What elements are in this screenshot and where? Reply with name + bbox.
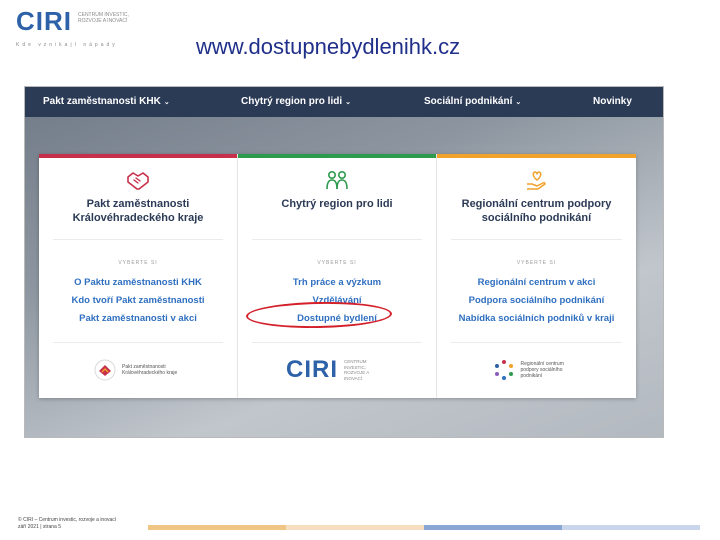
link-kdo-tvori-pakt[interactable]: Kdo tvoří Pakt zaměstnanosti (39, 292, 237, 310)
footer-color-bar (286, 525, 424, 530)
link-pakt-v-akci[interactable]: Pakt zaměstnanosti v akci (39, 310, 237, 328)
footer-color-bar (562, 525, 700, 530)
card-kicker: VYBERTE SI (118, 260, 158, 266)
card-pakt-zamestnanosti: Pakt zaměstnanosti Královéhradeckého kra… (39, 154, 238, 398)
top-navigation: Pakt zaměstnanosti KHK ⌄ Chytrý region pr… (25, 87, 663, 117)
card-links: Trh práce a výzkum Vzdělávání Dostupné b… (238, 274, 436, 328)
partner-text: Centrum investic, rozvoje a inovací (344, 359, 370, 381)
partner-logo-pakt: Pakt zaměstnanosti Královéhradeckého kra… (39, 353, 237, 387)
nav-item-pakt[interactable]: Pakt zaměstnanosti KHK ⌄ (43, 96, 170, 107)
divider (252, 342, 422, 343)
handshake-icon (125, 169, 151, 193)
nav-item-socialni-podnikani[interactable]: Sociální podnikání ⌄ (424, 96, 521, 107)
footer-line-2: září 2021 | strana 5 (18, 524, 61, 530)
chevron-down-icon: ⌄ (345, 99, 351, 106)
chevron-down-icon: ⌄ (515, 99, 522, 106)
card-title: Regionální centrum podpory sociálního po… (461, 198, 612, 224)
footer-color-bar (424, 525, 562, 530)
card-links: O Paktu zaměstnanosti KHK Kdo tvoří Pakt… (39, 274, 237, 328)
link-podpora-socialniho-podnikani[interactable]: Podpora sociálního podnikání (437, 292, 636, 310)
divider (53, 239, 223, 240)
nav-item-label: Pakt zaměstnanosti KHK (43, 96, 161, 107)
card-links: Regionální centrum v akci Podpora sociál… (437, 274, 636, 328)
card-accent-bar (39, 154, 237, 158)
divider (252, 239, 422, 240)
ciri-logo-text: CIRI (16, 6, 72, 36)
card-chytry-region: Chytrý region pro lidi VYBERTE SI Trh pr… (238, 154, 437, 398)
slide-footer: © CIRI – Centrum investic, rozvoje a ino… (18, 517, 116, 531)
partner-logo-rcp: Regionální centrum podpory sociálního po… (437, 353, 636, 387)
partner-logo-ciri: CIRI Centrum investic, rozvoje a inovací (238, 353, 436, 387)
people-icon (324, 169, 350, 193)
link-nabidka-socialnich-podniku[interactable]: Nabídka sociálních podniků v kraji (437, 310, 636, 328)
link-o-paktu[interactable]: O Paktu zaměstnanosti KHK (39, 274, 237, 292)
slide: CIRI Centrum investic, rozvoje a inovací… (0, 0, 720, 540)
card-kicker: VYBERTE SI (516, 260, 557, 266)
link-trh-prace[interactable]: Trh práce a výzkum (238, 274, 436, 292)
divider (451, 239, 622, 240)
website-screenshot: Pakt zaměstnanosti KHK ⌄ Chytrý region pr… (24, 86, 664, 438)
ciri-logo: CIRI Centrum investic, rozvoje a inovací… (16, 6, 129, 48)
heart-hand-icon (524, 169, 550, 193)
divider (53, 342, 223, 343)
ciri-logo-subline: Kde vznikají nápady (16, 42, 118, 48)
ciri-logo-tagline: Centrum investic, rozvoje a inovací (78, 12, 129, 24)
partner-text: Pakt zaměstnanosti Královéhradeckého kra… (122, 364, 178, 376)
link-regionalni-centrum-v-akci[interactable]: Regionální centrum v akci (437, 274, 636, 292)
nav-item-label: Sociální podnikání (424, 96, 513, 107)
pakt-logo-icon (94, 359, 116, 381)
card-title: Pakt zaměstnanosti Královéhradeckého kra… (72, 198, 204, 224)
program-cards: Pakt zaměstnanosti Královéhradeckého kra… (39, 154, 636, 398)
chevron-down-icon: ⌄ (163, 99, 170, 106)
divider (451, 342, 622, 343)
card-accent-bar (238, 154, 436, 158)
ciri-partner-logo-text: CIRI (286, 356, 338, 383)
nav-item-label: Chytrý region pro lidi (241, 96, 343, 107)
nav-item-chytry-region[interactable]: Chytrý region pro lidi ⌄ (241, 96, 351, 107)
footer-color-bar (148, 525, 286, 530)
nav-item-novinky[interactable]: Novinky (593, 96, 632, 107)
card-socialni-podnikani: Regionální centrum podpory sociálního po… (437, 154, 636, 398)
card-title: Chytrý region pro lidi (281, 198, 393, 210)
slide-url-heading: www.dostupnebydlenihk.cz (196, 34, 461, 59)
link-dostupne-bydleni[interactable]: Dostupné bydlení (238, 310, 436, 328)
rcp-logo-icon (494, 360, 513, 380)
footer-line-1: © CIRI – Centrum investic, rozvoje a ino… (18, 517, 117, 523)
link-vzdelavani[interactable]: Vzdělávání (238, 292, 436, 310)
card-accent-bar (437, 154, 636, 158)
partner-text: Regionální centrum podpory sociálního po… (520, 361, 564, 379)
nav-item-label: Novinky (593, 96, 632, 107)
card-kicker: VYBERTE SI (317, 260, 357, 266)
